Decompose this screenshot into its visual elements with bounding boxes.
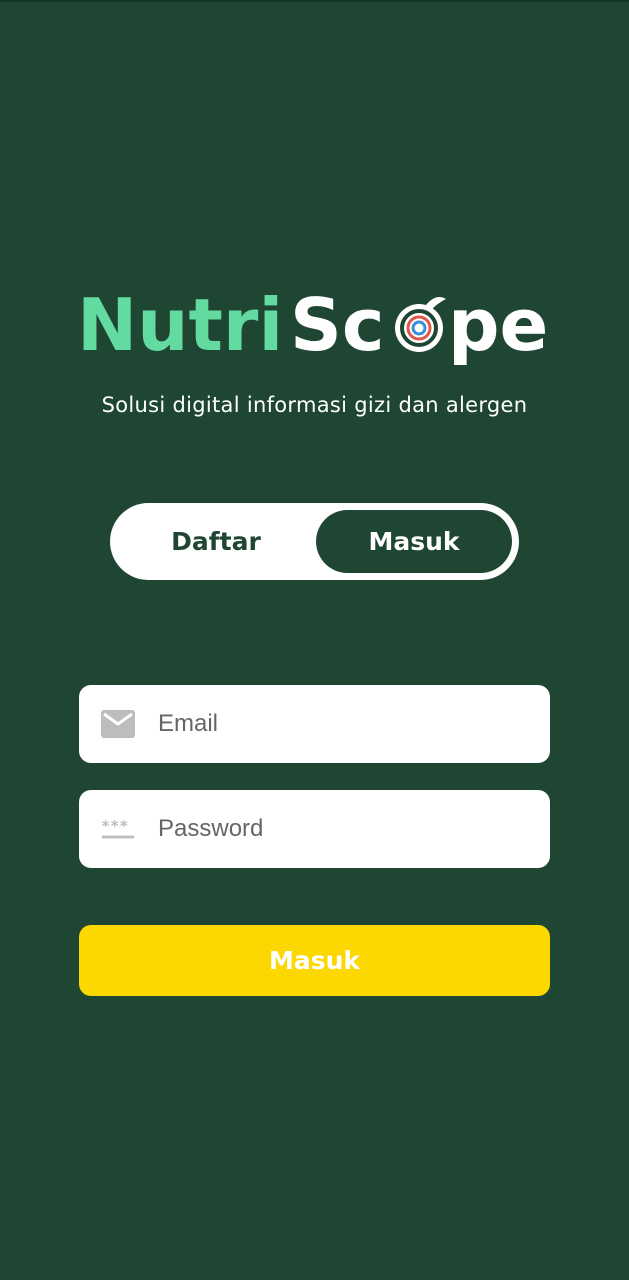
svg-text:***: *** (101, 817, 128, 835)
password-input[interactable] (158, 809, 518, 849)
password-field[interactable]: *** (79, 790, 550, 868)
password-dots-icon: *** (101, 814, 135, 844)
email-field[interactable] (79, 685, 550, 763)
nutriscope-logo: Nutri Sc pe (0, 275, 629, 375)
top-edge (0, 0, 629, 2)
tab-daftar[interactable]: Daftar (120, 503, 312, 580)
tab-masuk[interactable]: Masuk (316, 510, 512, 573)
email-input[interactable] (158, 704, 518, 744)
tagline: Solusi digital informasi gizi dan alerge… (101, 393, 528, 417)
masuk-button[interactable]: Masuk (79, 925, 550, 996)
mail-icon (101, 709, 135, 739)
logo-text-sc: Sc (290, 283, 385, 367)
logo-text-nutri: Nutri (77, 283, 283, 367)
scope-lens-icon (395, 297, 446, 352)
logo-text-pe: pe (448, 283, 548, 367)
auth-mode-toggle: Daftar Masuk (110, 503, 519, 580)
